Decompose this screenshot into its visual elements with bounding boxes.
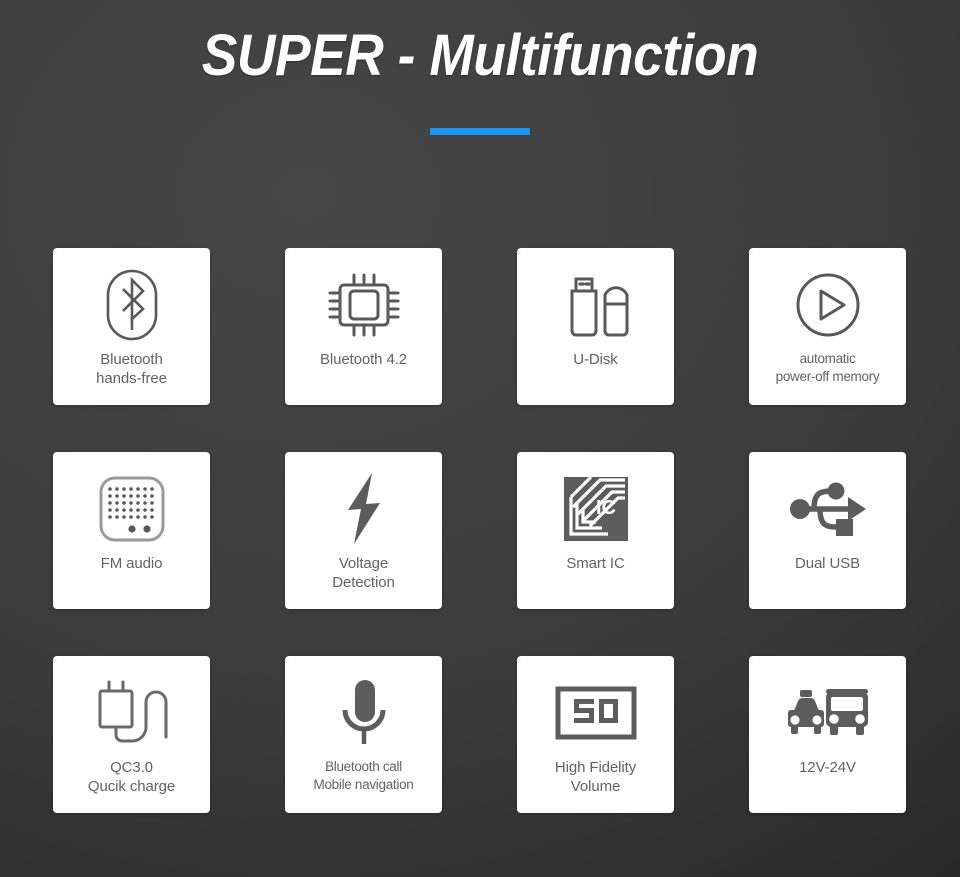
radio-icon [53, 466, 210, 552]
accent-divider [430, 127, 530, 135]
power-adapter-icon [53, 670, 210, 756]
feature-tile-u-disk: U-Disk [517, 248, 674, 405]
lightning-bolt-icon [285, 466, 442, 552]
feature-tile-12v-24v: 12V-24V [749, 656, 906, 813]
feature-grid: Bluetooth hands-free Bluetooth 4.2 U-Dis… [53, 248, 908, 813]
feature-tile-voltage-detection: Voltage Detection [285, 452, 442, 609]
feature-label: High Fidelity Volume [554, 759, 637, 795]
usb-trident-icon [749, 466, 906, 552]
car-and-bus-icon [749, 670, 906, 756]
feature-tile-bluetooth-hands-free: Bluetooth hands-free [53, 248, 210, 405]
promo-feature-page: SUPER - Multifunction Bluetooth hands-fr… [0, 0, 960, 877]
volume-display-icon [517, 670, 674, 756]
feature-label: Voltage Detection [332, 555, 395, 591]
feature-tile-power-off-memory: automatic power-off memory [749, 248, 906, 405]
feature-label: automatic power-off memory [775, 351, 880, 384]
feature-tile-qc30-quick-charge: QC3.0 Qucik charge [53, 656, 210, 813]
feature-label: FM audio [100, 555, 163, 572]
feature-label: Bluetooth hands-free [96, 351, 167, 387]
bluetooth-icon [53, 262, 210, 348]
feature-tile-high-fidelity-volume: High Fidelity Volume [517, 656, 674, 813]
feature-label: Bluetooth 4.2 [319, 351, 408, 368]
usb-flash-drive-icon [517, 262, 674, 348]
feature-tile-fm-audio: FM audio [53, 452, 210, 609]
feature-label: Dual USB [794, 555, 861, 572]
feature-tile-bluetooth-42: Bluetooth 4.2 [285, 248, 442, 405]
feature-label: U-Disk [573, 351, 618, 368]
chip-icon [285, 262, 442, 348]
feature-tile-smart-ic: IC Smart IC [517, 452, 674, 609]
feature-label: 12V-24V [799, 759, 856, 776]
feature-tile-dual-usb: Dual USB [749, 452, 906, 609]
microphone-icon [285, 670, 442, 756]
play-circle-icon [749, 262, 906, 348]
ic-text: IC [596, 497, 616, 519]
nfc-smart-card-icon: IC [517, 466, 674, 552]
feature-tile-bluetooth-call: Bluetooth call Mobile navigation [285, 656, 442, 813]
feature-label: Smart IC [566, 555, 625, 572]
page-title: SUPER - Multifunction [201, 23, 759, 88]
feature-label: Bluetooth call Mobile navigation [313, 759, 414, 792]
page-header: SUPER - Multifunction [0, 0, 960, 135]
feature-label: QC3.0 Qucik charge [87, 759, 176, 795]
